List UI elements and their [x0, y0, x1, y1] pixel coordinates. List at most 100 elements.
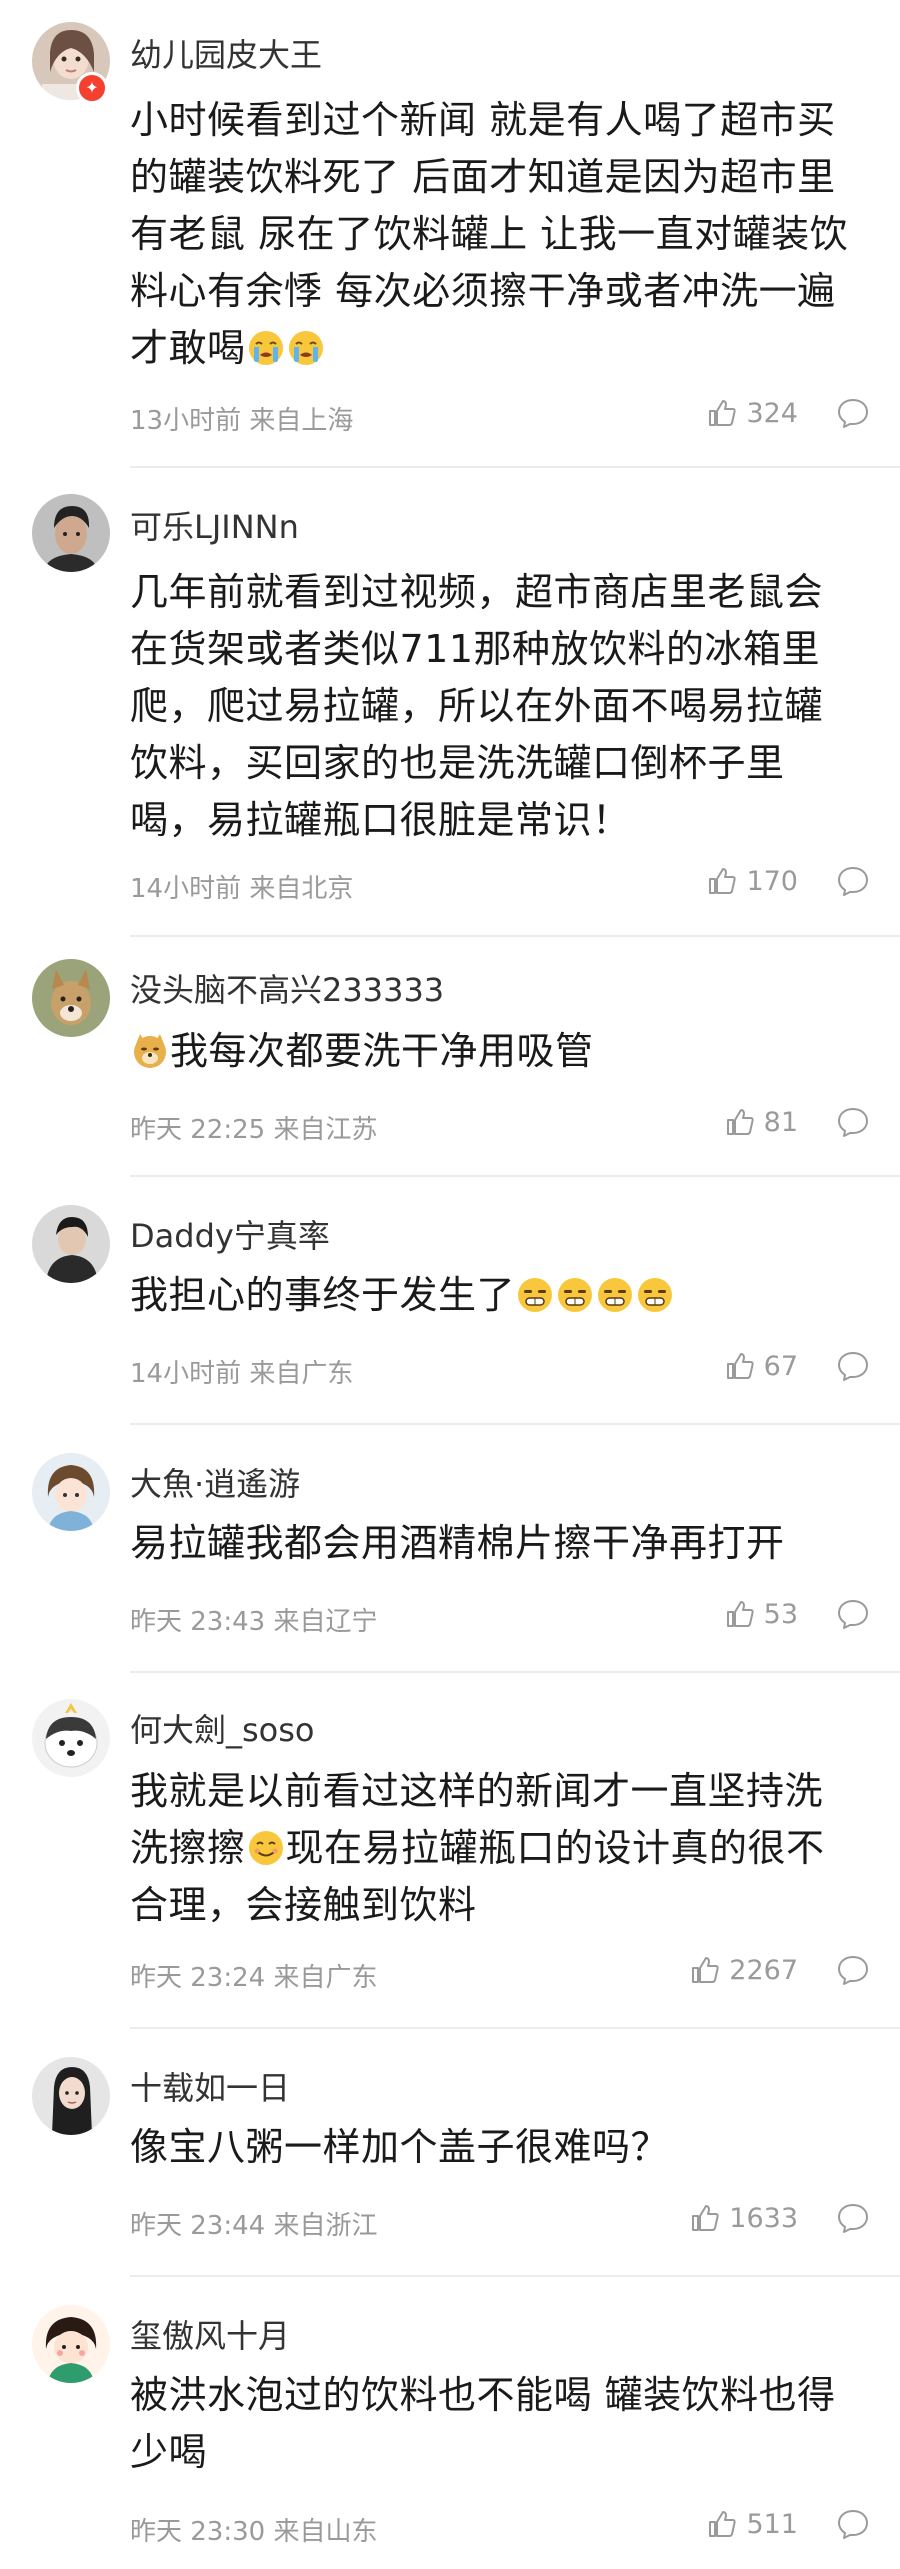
comment-content: 几年前就看到过视频，超市商店里老鼠会 在货架或者类似711那种放饮料的冰箱里 爬…	[130, 564, 880, 849]
timestamp: 昨天 23:44	[130, 2211, 266, 2241]
user-avatar[interactable]	[32, 1205, 110, 1283]
like-button[interactable]: 53	[724, 1598, 798, 1630]
timestamp: 14小时前	[130, 874, 242, 904]
like-count: 511	[746, 2508, 798, 2540]
username[interactable]: 玺傲风十月	[130, 2311, 290, 2357]
username[interactable]: 可乐LJINNn	[130, 502, 299, 548]
comment-meta: 昨天 22:25 来自江苏	[130, 1109, 377, 1146]
comment-item: 何大劍_soso 我就是以前看过这样的新闻才一直坚持洗 洗擦擦 现在易拉罐瓶口的设…	[0, 1673, 900, 2029]
comment-content: 我就是以前看过这样的新闻才一直坚持洗 洗擦擦 现在易拉罐瓶口的设计真的很不 合理，…	[130, 1763, 880, 1934]
location: 来自上海	[249, 406, 354, 436]
timestamp: 昨天 23:30	[130, 2517, 266, 2547]
content-line: 被洪水泡过的饮料也不能喝 罐装饮料也得	[130, 2373, 836, 2417]
content-line: 少喝	[130, 2430, 208, 2474]
timestamp: 昨天 22:25	[130, 1115, 266, 1145]
content-line: 合理，会接触到饮料	[130, 1883, 477, 1927]
like-button[interactable]: 2267	[689, 1954, 798, 1986]
comment-bubble-icon	[838, 2510, 868, 2539]
content-line: 喝，易拉罐瓶口很脏是常识！	[130, 798, 631, 842]
content-line: 我就是以前看过这样的新闻才一直坚持洗	[130, 1769, 824, 1813]
username[interactable]: 何大劍_soso	[130, 1705, 315, 1751]
comment-actions: 81	[724, 1105, 870, 1139]
content-line: 爬，爬过易拉罐，所以在外面不喝易拉罐	[130, 684, 824, 728]
comment-meta: 昨天 23:30 来自山东	[130, 2511, 377, 2548]
like-count: 1633	[729, 2202, 798, 2234]
reply-button[interactable]	[836, 1349, 870, 1383]
timestamp: 昨天 23:43	[130, 1607, 266, 1637]
comment-actions: 1633	[689, 2201, 870, 2235]
content-text: 洗擦擦	[130, 1826, 246, 1870]
content-line: 小时候看到过个新闻 就是有人喝了超市买	[130, 98, 836, 142]
username[interactable]: 没头脑不高兴233333	[130, 965, 444, 1011]
content-line: 易拉罐我都会用酒精棉片擦干净再打开	[130, 1521, 785, 1565]
reply-button[interactable]	[836, 2201, 870, 2235]
content-line: 饮料，买回家的也是洗洗罐口倒杯子里	[130, 741, 785, 785]
comment-meta: 昨天 23:43 来自辽宁	[130, 1601, 377, 1638]
comment-item: 玺傲风十月 被洪水泡过的饮料也不能喝 罐装饮料也得 少喝 昨天 23:30 来自…	[0, 2277, 900, 2569]
username[interactable]: 十载如一日	[130, 2063, 290, 2109]
comment-content: 易拉罐我都会用酒精棉片擦干净再打开	[130, 1515, 880, 1572]
like-button[interactable]: 324	[706, 397, 798, 429]
like-count: 53	[763, 1598, 798, 1630]
like-count: 324	[746, 397, 798, 429]
location: 来自浙江	[273, 2211, 378, 2241]
user-avatar[interactable]	[32, 1453, 110, 1531]
thumbs-up-icon	[726, 1353, 754, 1379]
thumbs-up-icon	[709, 868, 737, 894]
comment-bubble-icon	[838, 1352, 868, 1381]
comment-meta: 昨天 23:44 来自浙江	[130, 2205, 377, 2242]
user-avatar[interactable]	[32, 2057, 110, 2135]
content-text: 现在易拉罐瓶口的设计真的很不	[285, 1826, 825, 1870]
reply-button[interactable]	[836, 2507, 870, 2541]
content-line: 像宝八粥一样加个盖子很难吗？	[130, 2125, 670, 2169]
like-button[interactable]: 81	[724, 1106, 798, 1138]
doge-emoji-icon	[134, 1034, 166, 1068]
reply-button[interactable]	[836, 1953, 870, 1987]
thumbs-up-icon	[726, 1601, 754, 1627]
user-avatar[interactable]	[32, 2305, 110, 2383]
user-avatar[interactable]	[32, 1699, 110, 1777]
timestamp: 13小时前	[130, 406, 242, 436]
thumbs-up-icon	[709, 400, 737, 426]
user-avatar[interactable]	[32, 959, 110, 1037]
like-count: 170	[746, 865, 798, 897]
location: 来自辽宁	[273, 1607, 378, 1637]
like-button[interactable]: 1633	[689, 2202, 798, 2234]
like-button[interactable]: 511	[706, 2508, 798, 2540]
comment-item: 没头脑不高兴233333 我每次都要洗干净用吸管 昨天 22:25 来自江苏 8…	[0, 937, 900, 1177]
thumbs-up-icon	[726, 1109, 754, 1135]
username[interactable]: Daddy宁真率	[130, 1211, 330, 1257]
comment-item: 可乐LJINNn 几年前就看到过视频，超市商店里老鼠会 在货架或者类似711那种…	[0, 468, 900, 938]
reply-button[interactable]	[836, 1105, 870, 1139]
verified-badge-icon: ✦	[76, 72, 108, 104]
comment-content: 像宝八粥一样加个盖子很难吗？	[130, 2119, 880, 2176]
location: 来自广东	[273, 1963, 378, 1993]
username[interactable]: 大魚·逍遙游	[130, 1459, 300, 1505]
like-button[interactable]: 170	[706, 865, 798, 897]
content-line: 的罐装饮料死了 后面才知道是因为超市里	[130, 155, 836, 199]
avatar-image	[32, 2057, 110, 2135]
content-text: 才敢喝	[130, 326, 246, 370]
reply-button[interactable]	[836, 864, 870, 898]
comment-actions: 67	[724, 1349, 870, 1383]
reply-button[interactable]	[836, 396, 870, 430]
content-line: 我担心的事终于发生了	[130, 1267, 880, 1324]
content-text: 我每次都要洗干净用吸管	[170, 1029, 594, 1073]
content-line: 有老鼠 尿在了饮料罐上 让我一直对罐装饮	[130, 212, 849, 256]
comment-content: 被洪水泡过的饮料也不能喝 罐装饮料也得 少喝	[130, 2367, 880, 2481]
comment-bubble-icon	[838, 867, 868, 896]
thumbs-up-icon	[709, 2511, 737, 2537]
comment-bubble-icon	[838, 2204, 868, 2233]
user-avatar[interactable]	[32, 494, 110, 572]
like-button[interactable]: 67	[724, 1350, 798, 1382]
content-line: 我每次都要洗干净用吸管	[130, 1023, 880, 1080]
username[interactable]: 幼儿园皮大王	[130, 30, 322, 76]
like-count: 81	[763, 1106, 798, 1138]
comment-meta: 14小时前 来自广东	[130, 1353, 353, 1390]
crying-emoji-icon	[288, 331, 323, 365]
comment-actions: 511	[706, 2507, 870, 2541]
comment-content: 小时候看到过个新闻 就是有人喝了超市买 的罐装饮料死了 后面才知道是因为超市里 …	[130, 92, 880, 377]
reply-button[interactable]	[836, 1597, 870, 1631]
speechless-emoji-icon	[518, 1278, 553, 1312]
comment-content: 我担心的事终于发生了	[130, 1267, 880, 1324]
